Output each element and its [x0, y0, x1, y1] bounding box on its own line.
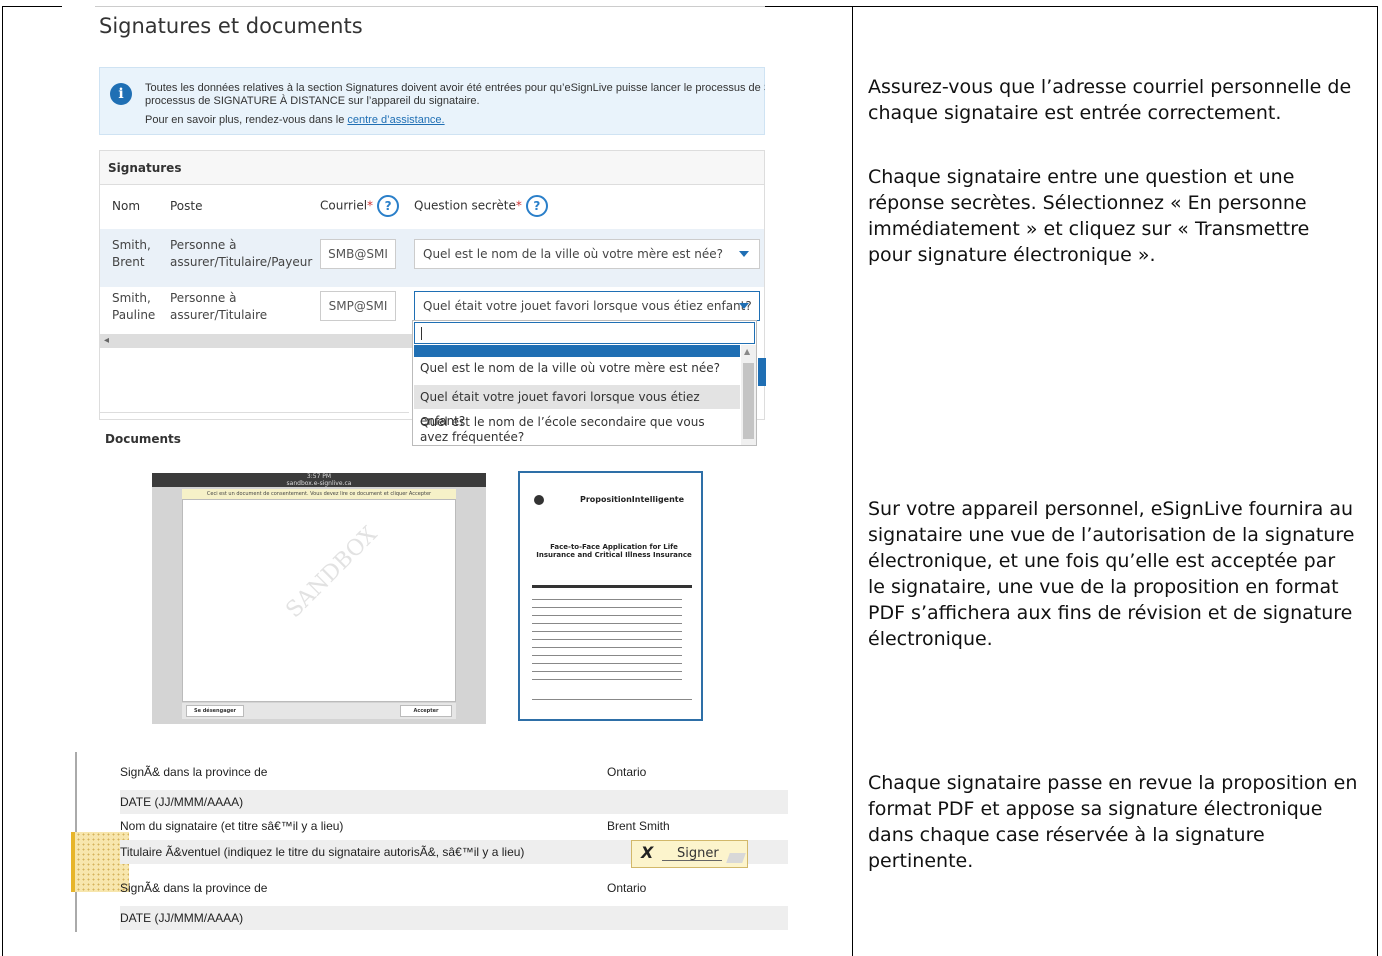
- info-text-line3: Pour en savoir plus, rendez-vous dans le…: [145, 114, 445, 126]
- help-center-link[interactable]: centre d’assistance.: [347, 114, 444, 126]
- info-banner: i Toutes les données relatives à la sect…: [99, 67, 765, 135]
- email-field[interactable]: SMP@SMI: [320, 291, 396, 321]
- pdf-cover-screenshot: PropositionIntelligente Face-to-Face App…: [518, 471, 703, 721]
- sign-button[interactable]: X Signer: [631, 840, 748, 868]
- logo-icon: [534, 495, 544, 505]
- submit-button[interactable]: [758, 358, 766, 386]
- dropdown-option[interactable]: Quel est le nom de la ville où votre mèr…: [414, 361, 740, 376]
- form-row: Nom du signataire (et titre sâ€™il y a l…: [120, 819, 670, 833]
- info-icon: i: [110, 83, 132, 105]
- email-field[interactable]: SMB@SMI: [320, 239, 396, 269]
- signer-role: Personne à assurer/Titulaire/Payeur: [170, 238, 313, 269]
- section-title: Signatures et documents: [99, 14, 363, 38]
- info-text-line1: Toutes les données relatives à la sectio…: [145, 82, 765, 94]
- consent-document: SANDBOX: [182, 499, 456, 702]
- signer-role: Personne à assurer/Titulaire: [170, 291, 268, 322]
- secret-question-select[interactable]: Quel était votre jouet favori lorsque vo…: [414, 291, 760, 321]
- sign-button-label: Signer: [677, 846, 719, 861]
- courriel-label: Courriel: [320, 198, 368, 213]
- scroll-left-icon: ◂: [104, 335, 110, 346]
- question-label: Question secrète: [414, 198, 516, 213]
- scroll-up-icon: ▲: [744, 347, 751, 356]
- tablet-consent-screenshot: 3:57 PM sandbox.e-signlive.ca Ceci est u…: [152, 473, 486, 724]
- col-header-poste: Poste: [170, 199, 203, 213]
- chevron-down-icon: [739, 303, 749, 309]
- required-mark: *: [515, 198, 522, 213]
- form-row: DATE (JJ/MMM/AAAA): [120, 790, 788, 814]
- help-icon[interactable]: ?: [377, 195, 400, 217]
- highlighted-option[interactable]: [414, 345, 740, 357]
- accept-button[interactable]: Accepter: [400, 705, 452, 717]
- pdf-title: Face-to-Face Application for Life Insura…: [536, 543, 692, 559]
- sandbox-watermark: SANDBOX: [281, 522, 383, 623]
- note-device-view: Sur votre appareil personnel, eSignLive …: [868, 498, 1355, 650]
- dropdown-option[interactable]: Quel est le nom de l’école secondaire qu…: [414, 415, 740, 445]
- dropdown-search-input[interactable]: [414, 322, 755, 344]
- select-value: Quel était votre jouet favori lorsque vo…: [423, 299, 752, 313]
- required-mark: *: [367, 198, 374, 213]
- col-header-question: Question secrète*?: [414, 195, 548, 217]
- help-icon[interactable]: ?: [525, 195, 548, 217]
- chevron-down-icon: [739, 251, 749, 257]
- info-help-prefix: Pour en savoir plus, rendez-vous dans le: [145, 114, 348, 126]
- disengage-button[interactable]: Se désengager: [186, 705, 244, 717]
- status-bar: 3:57 PM sandbox.e-signlive.ca: [152, 473, 486, 487]
- info-text-line2: processus de SIGNATURE À DISTANCE sur l’…: [145, 95, 480, 107]
- select-value: Quel est le nom de la ville où votre mèr…: [423, 247, 723, 261]
- col-header-nom: Nom: [112, 199, 141, 213]
- signer-name: Smith, Brent: [112, 238, 151, 269]
- consent-banner: Ceci est un document de consentement. Vo…: [182, 489, 456, 499]
- panel-title: Signatures: [100, 151, 764, 185]
- pdf-brand: PropositionIntelligente: [580, 495, 685, 504]
- note-email: Assurez-vous que l’adresse courriel pers…: [868, 76, 1352, 124]
- note-sign-pdf: Chaque signataire passe en revue la prop…: [868, 772, 1358, 872]
- horizontal-scrollbar[interactable]: ◂: [100, 334, 412, 348]
- signer-name: Smith, Pauline: [112, 291, 156, 322]
- form-row: DATE (JJ/MMM/AAAA): [120, 906, 788, 930]
- form-row: SignÃ& dans la province de Ontario: [120, 881, 647, 895]
- signature-x-icon: X: [641, 843, 654, 862]
- secret-question-dropdown[interactable]: Quel est le nom de la ville où votre mèr…: [412, 320, 757, 446]
- dropdown-scrollbar[interactable]: ▲: [741, 345, 756, 445]
- documents-heading: Documents: [105, 432, 181, 446]
- pen-icon: [726, 853, 746, 863]
- secret-question-select[interactable]: Quel est le nom de la ville où votre mèr…: [414, 239, 760, 269]
- col-header-courriel: Courriel*?: [320, 195, 400, 217]
- form-row: SignÃ& dans la province de Ontario: [120, 765, 647, 779]
- pdf-signing-screenshot: SignÃ& dans la province de Ontario DATE (…: [70, 752, 790, 932]
- dropdown-option[interactable]: Quel était votre jouet favori lorsque vo…: [414, 385, 740, 428]
- note-secret-question: Chaque signataire entre une question et …: [868, 166, 1310, 266]
